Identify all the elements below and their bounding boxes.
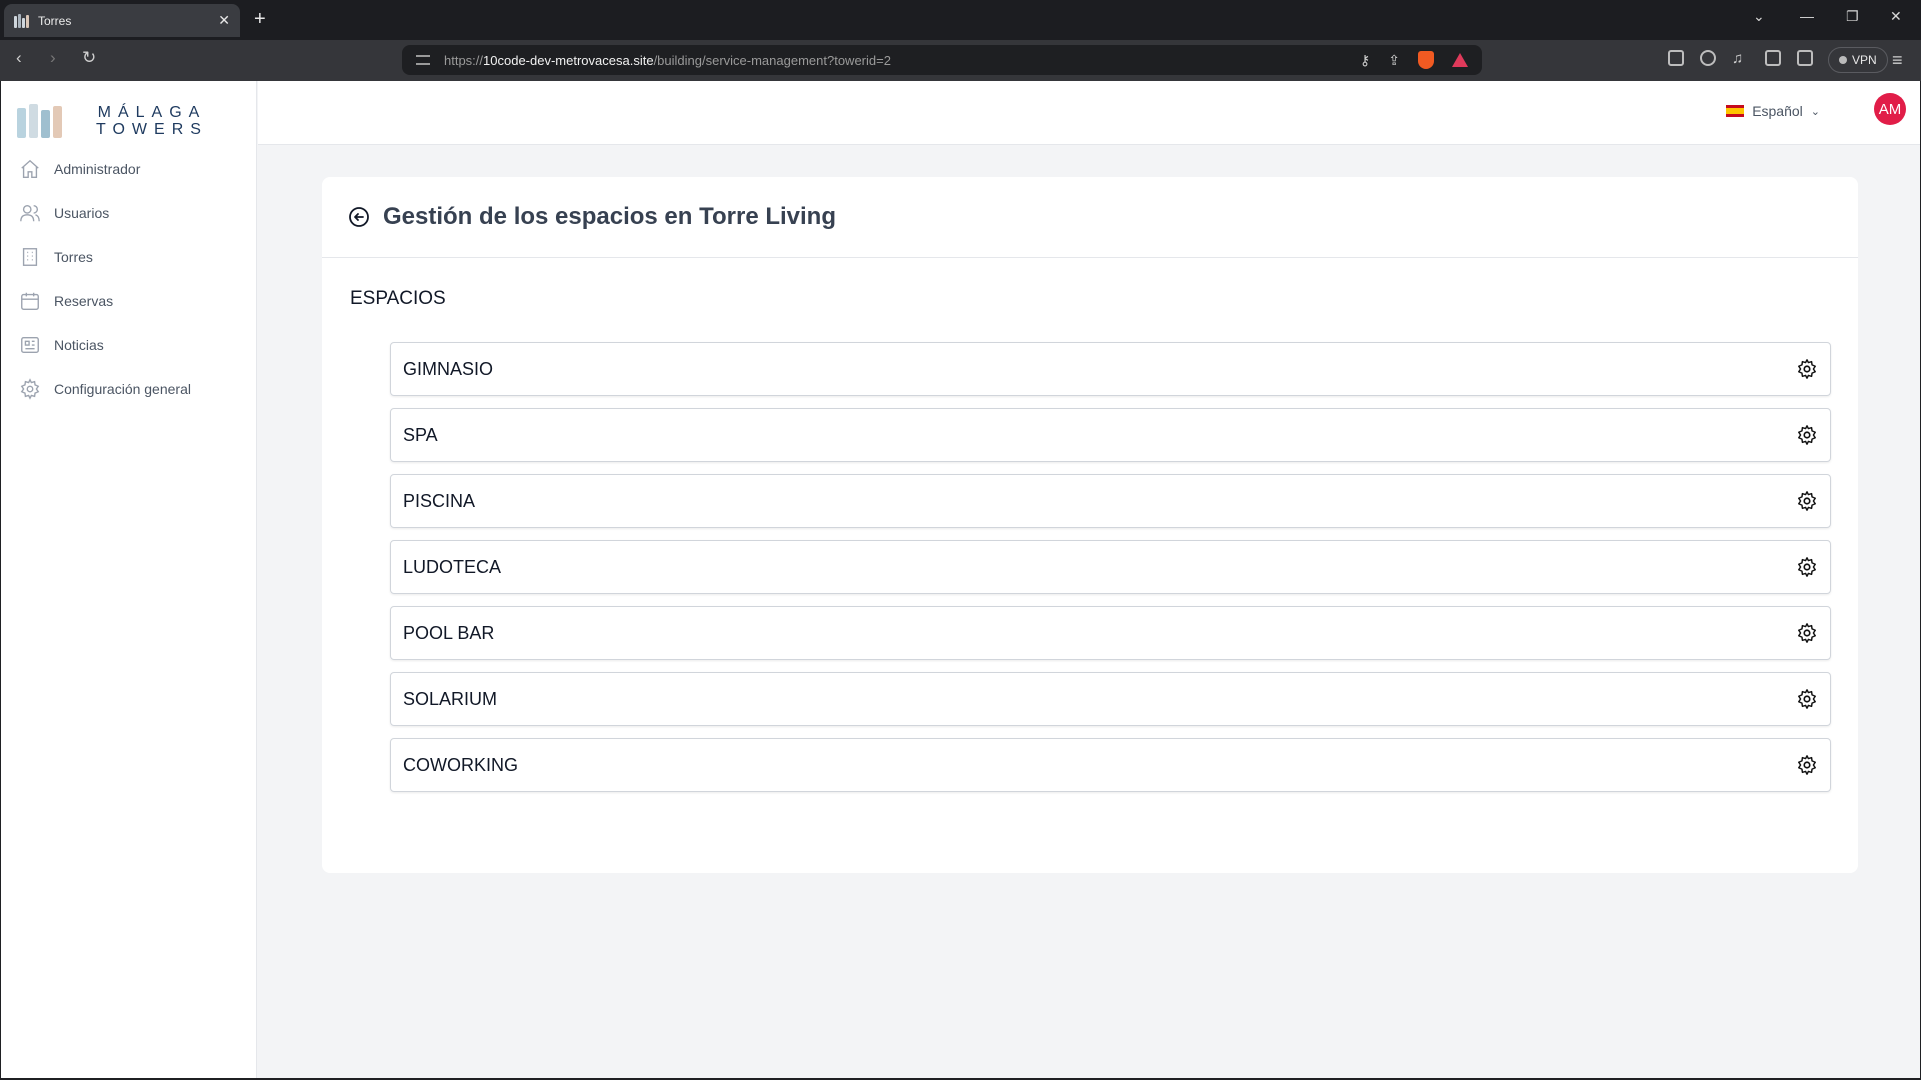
space-name: COWORKING [403,754,518,775]
rewards-icon[interactable] [1452,53,1468,67]
url-host: 10code-dev-metrovacesa.site [483,52,654,68]
space-name: LUDOTECA [403,556,502,577]
sidebar-item-label: Reservas [54,293,114,309]
spaces-list: GIMNASIO SPA PISCINA LUDOTECA POOL BAR S… [390,342,1831,804]
avatar[interactable]: AM [1874,93,1906,125]
brand-logo[interactable]: MÁLAGA TOWERS [17,101,208,141]
gear-icon[interactable] [1796,754,1818,776]
section-title: ESPACIOS [350,288,446,309]
newspaper-icon [21,336,39,354]
users-icon [20,204,40,222]
url-protocol: https:// [444,52,484,68]
app-page: MÁLAGA TOWERS Administrador Usuarios Tor… [1,81,1920,1078]
minimize-icon[interactable]: — [1800,8,1814,24]
space-name: POOL BAR [403,622,495,643]
space-row-solarium[interactable]: SOLARIUM [390,672,1831,726]
sidebar-item-label: Administrador [54,161,141,177]
home-icon [21,159,39,178]
forward-nav-icon[interactable]: › [50,48,56,68]
gear-icon[interactable] [1796,622,1818,644]
share-icon[interactable]: ⇪ [1388,52,1400,69]
sidebar-toggle-icon[interactable] [1765,50,1781,66]
close-window-icon[interactable]: ✕ [1890,8,1902,25]
sidebar-item-reservas[interactable]: Reservas [1,279,257,323]
gear-icon[interactable] [1796,358,1818,380]
tab-favicon-icon [14,13,30,28]
address-bar[interactable]: https:// 10code-dev-metrovacesa.site /bu… [402,45,1482,75]
key-icon[interactable]: ⚷ [1360,52,1370,69]
sidebar-item-noticias[interactable]: Noticias [1,323,257,367]
sidebar-item-label: Noticias [54,337,104,353]
gear-icon[interactable] [1796,556,1818,578]
reload-icon[interactable]: ↻ [82,48,96,68]
brand-line-2: TOWERS [96,121,208,138]
language-label: Español [1752,103,1803,119]
card-header: Gestión de los espacios en Torre Living [322,177,1858,258]
new-tab-button[interactable]: + [254,8,266,30]
sidebar-item-usuarios[interactable]: Usuarios [1,191,257,235]
sidebar-item-administrador[interactable]: Administrador [1,147,257,191]
sidebar-item-torres[interactable]: Torres [1,235,257,279]
language-selector[interactable]: Español ⌄ [1726,103,1820,119]
sidebar-item-label: Configuración general [54,381,191,397]
logo-mark-icon [17,104,62,138]
back-nav-icon[interactable]: ‹ [16,48,22,68]
space-name: SOLARIUM [403,688,498,709]
browser-navbar: ‹ › ↻ https:// 10code-dev-metrovacesa.si… [0,40,1921,81]
sidebar-menu: Administrador Usuarios Torres Reservas N… [1,147,257,411]
space-name: PISCINA [403,490,476,511]
vpn-button[interactable]: VPN [1828,47,1888,73]
back-arrow-icon[interactable] [347,205,371,229]
extension-icon[interactable] [1668,50,1684,66]
browser-tab[interactable]: Torres ✕ [4,4,240,37]
site-info-icon[interactable] [416,55,430,65]
chevron-down-icon: ⌄ [1810,105,1820,118]
settings-icon [20,378,40,400]
sidebar: MÁLAGA TOWERS Administrador Usuarios Tor… [1,81,257,1078]
browser-tabbar: Torres ✕ + ⌄ — ❐ ✕ [0,0,1921,40]
sidebar-item-label: Torres [54,249,93,265]
top-header: Español ⌄ AM [258,81,1920,145]
vpn-label: VPN [1852,53,1877,67]
spaces-card: Gestión de los espacios en Torre Living … [322,177,1858,873]
puzzle-icon[interactable] [1700,50,1716,66]
tab-search-icon[interactable]: ⌄ [1753,8,1765,25]
browser-menu-icon[interactable]: ≡ [1892,50,1903,71]
url-path: /building/service-management?towerid=2 [653,52,891,68]
building-icon [22,248,38,266]
space-row-gimnasio[interactable]: GIMNASIO [390,342,1831,396]
gear-icon[interactable] [1796,490,1818,512]
music-icon[interactable]: ♫ [1732,50,1743,67]
brave-shield-icon[interactable] [1418,51,1434,69]
space-name: GIMNASIO [403,358,494,379]
space-row-piscina[interactable]: PISCINA [390,474,1831,528]
brand-line-1: MÁLAGA [97,104,207,121]
spain-flag-icon [1726,105,1745,117]
calendar-icon [21,292,39,310]
space-name: SPA [403,424,438,445]
space-row-coworking[interactable]: COWORKING [390,738,1831,792]
vpn-status-icon [1839,56,1847,64]
wallet-icon[interactable] [1797,50,1813,66]
space-row-ludoteca[interactable]: LUDOTECA [390,540,1831,594]
sidebar-item-configuracion[interactable]: Configuración general [1,367,257,411]
space-row-spa[interactable]: SPA [390,408,1831,462]
tab-title: Torres [38,13,72,28]
tab-close-icon[interactable]: ✕ [218,12,230,29]
gear-icon[interactable] [1796,424,1818,446]
space-row-pool-bar[interactable]: POOL BAR [390,606,1831,660]
restore-icon[interactable]: ❐ [1846,8,1859,25]
gear-icon[interactable] [1796,688,1818,710]
sidebar-item-label: Usuarios [54,205,110,221]
page-title: Gestión de los espacios en Torre Living [383,203,836,230]
